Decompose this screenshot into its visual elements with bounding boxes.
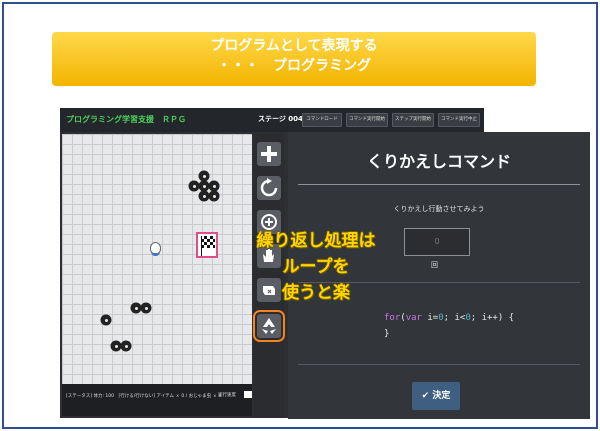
repeat-command-button[interactable] xyxy=(253,310,285,342)
speed-select[interactable] xyxy=(244,391,252,398)
code-text: ; i< xyxy=(443,313,466,323)
command-load-button[interactable]: コマンドロード xyxy=(302,113,342,127)
game-grid[interactable] xyxy=(62,134,252,384)
code-text: } xyxy=(384,329,390,339)
dialog-subtitle: くりかえし行動させてみよう xyxy=(393,205,485,213)
banner-line2: ・・・ プログラミング xyxy=(217,58,371,74)
gear-obstacle-icon xyxy=(200,172,208,180)
code-keyword: var xyxy=(405,313,422,323)
gear-obstacle-icon xyxy=(210,182,218,190)
loop-callout: 繰り返し処理は ループを 使うと楽 xyxy=(252,228,380,306)
gear-obstacle-icon xyxy=(190,182,198,190)
speed-label: 実行速度 xyxy=(218,393,236,398)
goal-cell xyxy=(196,232,218,258)
app-toolbar: プログラミング学習支援 ＲＰＧ ステージ 004 ス コマンドロード コマンド実… xyxy=(60,108,484,132)
command-run-button[interactable]: コマンド実行開始 xyxy=(346,113,388,127)
gear-obstacle-icon xyxy=(112,342,120,350)
gear-obstacle-icon xyxy=(132,304,140,312)
rotate-command-button[interactable] xyxy=(257,176,281,200)
code-text: ; i++) { xyxy=(470,313,515,323)
command-stop-button[interactable]: コマンド実行中止 xyxy=(438,113,480,127)
dialog-title: くりかえしコマンド xyxy=(366,152,511,171)
title-banner: プログラムとして表現する ・・・ プログラミング xyxy=(52,32,536,86)
gear-obstacle-icon xyxy=(200,192,208,200)
repeat-icon xyxy=(262,318,276,334)
status-bar: [ステータス] 体力: 100 [行ける/行けない] アイテム ｘ 0 / おじ… xyxy=(62,384,252,416)
code-text: i= xyxy=(421,313,439,323)
dialog-divider xyxy=(298,184,580,185)
flag-pole xyxy=(201,236,202,256)
dialog-divider xyxy=(298,364,580,365)
repeat-unit-label: 回 xyxy=(431,261,438,269)
rotate-icon xyxy=(260,178,278,197)
step-run-button[interactable]: ステップ実行開始 xyxy=(392,113,434,127)
player-base xyxy=(151,252,160,256)
banner-line1: プログラムとして表現する xyxy=(210,38,378,54)
move-command-button[interactable] xyxy=(257,142,281,166)
app-title: プログラミング学習支援 ＲＰＧ xyxy=(66,115,186,124)
callout-line1: 繰り返し処理は xyxy=(256,231,376,251)
checkered-flag-icon xyxy=(201,236,215,248)
move-icon xyxy=(261,146,277,162)
gear-obstacle-icon xyxy=(122,342,130,350)
code-keyword: for xyxy=(384,313,401,323)
callout-line3: 使うと楽 xyxy=(282,283,350,303)
code-preview: for(var i=0; i<0; i++) { } xyxy=(384,310,514,342)
gear-obstacle-icon xyxy=(210,192,218,200)
confirm-button[interactable]: ✔ 決定 xyxy=(412,382,460,410)
repeat-count-input[interactable]: 0 xyxy=(404,228,470,256)
status-text: [ステータス] 体力: 100 [行ける/行けない] アイテム ｘ 0 / おじ… xyxy=(66,394,222,399)
callout-line2: ループを xyxy=(282,257,350,277)
gear-obstacle-icon xyxy=(102,316,110,324)
gear-obstacle-icon xyxy=(142,304,150,312)
gear-obstacle-icon xyxy=(200,182,208,190)
